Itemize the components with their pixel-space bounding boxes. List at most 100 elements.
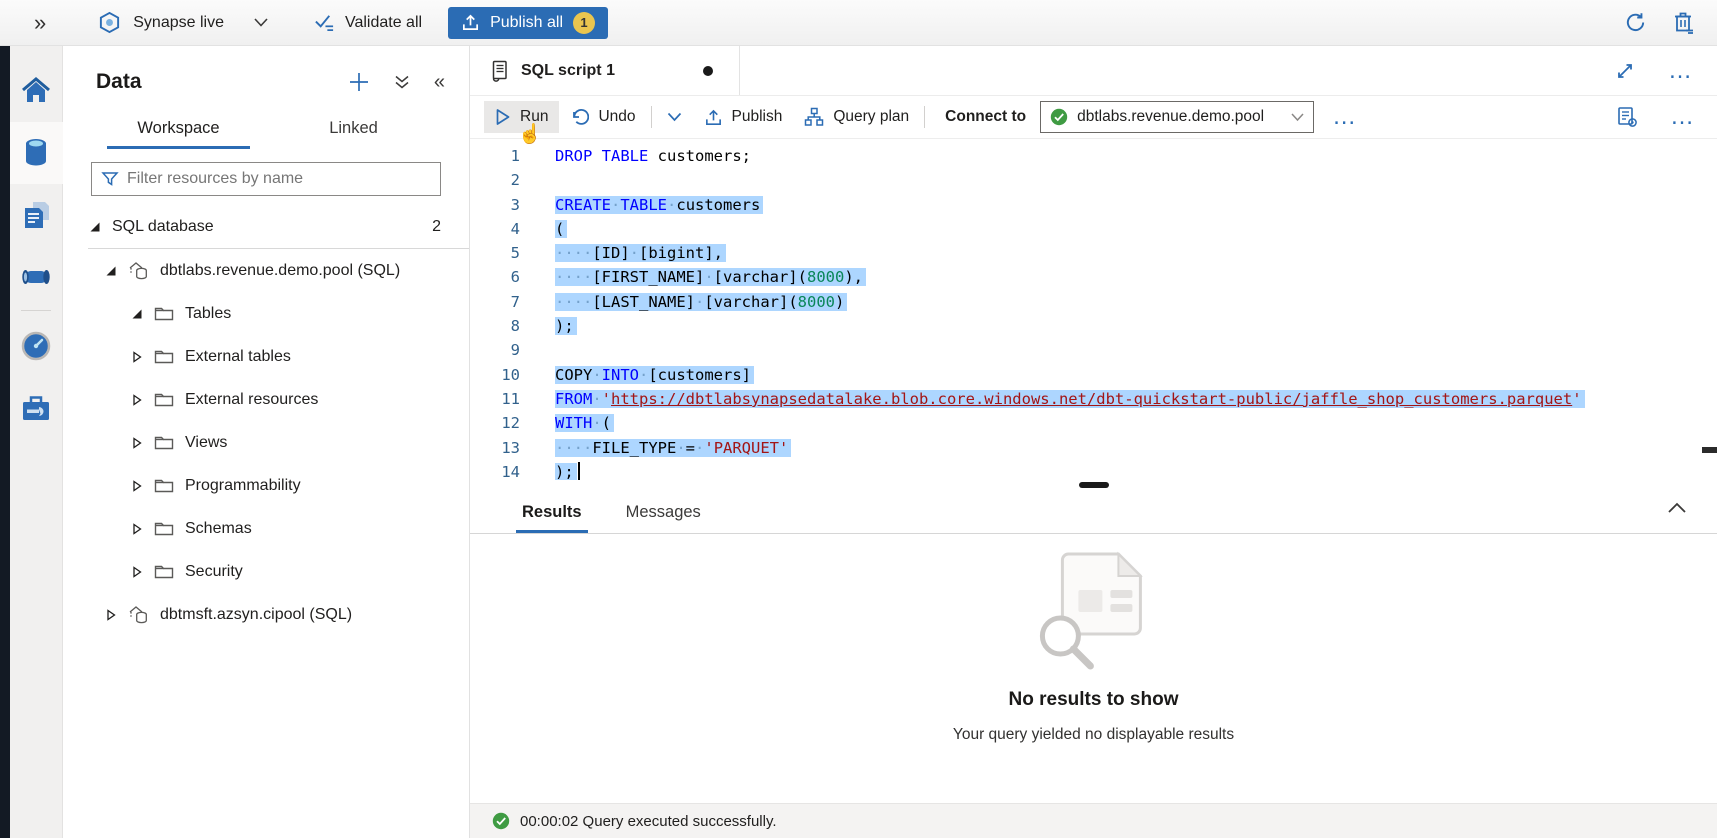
line-number: 9 [470,338,520,362]
tab-more-options-icon[interactable]: … [1668,66,1693,76]
code-line-4[interactable]: 4( [470,217,1717,241]
expanded-triangle-icon[interactable] [104,265,117,277]
code-token: TABLE [602,147,649,165]
code-line-content[interactable]: CREATE·TABLE·customers [520,193,763,217]
code-line-content[interactable] [520,338,564,362]
code-line-3[interactable]: 3CREATE·TABLE·customers [470,193,1717,217]
collapsed-triangle-icon[interactable] [130,480,143,492]
editor-scrollbar-thumb[interactable] [1702,447,1717,453]
sidebar-tabs: Workspace Linked [91,110,441,149]
collapsed-triangle-icon[interactable] [130,394,143,406]
tree-item-views[interactable]: Views [63,421,469,464]
expanded-triangle-icon[interactable] [88,221,101,233]
line-number: 6 [470,265,520,289]
code-line-14[interactable]: 14); [470,460,1717,480]
rail-item-home[interactable] [10,60,63,122]
code-line-1[interactable]: 1DROP TABLE customers; [470,144,1717,168]
toolbar-separator [924,106,925,128]
code-line-content[interactable]: ····FILE_TYPE·=·'PARQUET' [520,436,791,460]
publish-button[interactable]: Publish [693,101,794,134]
tab-workspace[interactable]: Workspace [91,110,266,149]
code-token: FILE_TYPE [592,439,676,457]
tree-item-tables[interactable]: Tables [63,292,469,335]
collapsed-triangle-icon[interactable] [130,523,143,535]
discard-trash-icon[interactable] [1673,11,1695,34]
tree-item-schemas[interactable]: Schemas [63,507,469,550]
code-line-8[interactable]: 8); [470,314,1717,338]
properties-icon[interactable] [1617,106,1638,128]
code-line-content[interactable]: COPY·INTO·[customers] [520,363,754,387]
toolbar-more-options-icon[interactable]: … [1332,112,1357,122]
tree-item-dbtmsft-azsyn-cipool-sql[interactable]: dbtmsft.azsyn.cipool (SQL) [63,593,469,636]
code-line-2[interactable]: 2 [470,168,1717,192]
code-line-content[interactable]: ····[LAST_NAME]·[varchar](8000) [520,290,847,314]
code-line-6[interactable]: 6····[FIRST_NAME]·[varchar](8000), [470,265,1717,289]
tree-item-sql-database[interactable]: SQL database2 [63,205,469,248]
code-line-content[interactable]: ····[ID]·[bigint], [520,241,726,265]
code-line-13[interactable]: 13····FILE_TYPE·=·'PARQUET' [470,436,1717,460]
query-plan-button[interactable]: Query plan [793,100,920,134]
code-line-7[interactable]: 7····[LAST_NAME]·[varchar](8000) [470,290,1717,314]
rail-item-integrate[interactable] [10,246,63,308]
tree-item-programmability[interactable]: Programmability [63,464,469,507]
publish-all-button[interactable]: Publish all 1 [448,7,608,39]
sql-code-editor[interactable]: 1DROP TABLE customers;23CREATE·TABLE·cus… [470,139,1717,480]
collapsed-triangle-icon[interactable] [130,566,143,578]
tab-linked[interactable]: Linked [266,110,441,149]
results-panel: No results to show Your query yielded no… [470,534,1717,803]
rail-item-monitor[interactable] [10,315,63,377]
expand-panel-chevrons-icon[interactable]: » [34,12,46,34]
filter-resources-input[interactable] [127,170,431,188]
code-line-12[interactable]: 12WITH·( [470,411,1717,435]
folder-icon [154,434,174,451]
code-line-content[interactable]: FROM·'https://dbtlabsynapsedatalake.blob… [520,387,1585,411]
refresh-icon[interactable] [1624,11,1647,34]
code-line-11[interactable]: 11FROM·'https://dbtlabsynapsedatalake.bl… [470,387,1717,411]
tree-item-dbtlabs-revenue-demo-pool-sql[interactable]: dbtlabs.revenue.demo.pool (SQL) [63,249,469,292]
code-line-9[interactable]: 9 [470,338,1717,362]
run-button[interactable]: Run [484,101,559,133]
tree-item-external-resources[interactable]: External resources [63,378,469,421]
data-panel: Data « Workspace Linked [63,46,470,838]
collapse-panel-icon[interactable]: « [434,72,445,92]
code-line-content[interactable]: ( [520,217,567,241]
undo-button[interactable]: Undo [559,101,646,133]
validate-all-button[interactable]: Validate all [314,12,422,33]
expand-editor-icon[interactable] [1616,62,1634,80]
empty-results-title: No results to show [953,689,1234,711]
code-line-content[interactable]: ····[FIRST_NAME]·[varchar](8000), [520,265,866,289]
tab-results[interactable]: Results [522,503,582,533]
rail-item-manage[interactable] [10,377,63,439]
editor-more-options-icon[interactable]: … [1670,112,1695,122]
rail-item-data[interactable] [10,122,63,184]
code-token: · [630,244,639,262]
code-token: TABLE [620,196,667,214]
code-line-content[interactable]: WITH·( [520,411,614,435]
code-line-content[interactable]: ); [520,460,580,480]
double-chevron-down-icon[interactable] [394,74,410,90]
splitter-drag-handle[interactable] [1079,482,1109,488]
tree-item-label: Programmability [185,477,301,495]
connect-to-pool-dropdown[interactable]: dbtlabs.revenue.demo.pool [1040,101,1314,133]
code-line-10[interactable]: 10COPY·INTO·[customers] [470,363,1717,387]
chevron-down-icon[interactable] [254,18,268,27]
code-line-content[interactable]: ); [520,314,577,338]
code-line-content[interactable]: DROP TABLE customers; [520,144,751,168]
environment-switcher[interactable]: Synapse live [98,11,268,34]
rail-item-develop[interactable] [10,184,63,246]
collapsed-triangle-icon[interactable] [130,351,143,363]
add-resource-icon[interactable] [348,71,370,93]
tab-messages[interactable]: Messages [626,503,701,533]
tree-item-label: Tables [185,305,231,323]
expanded-triangle-icon[interactable] [130,308,143,320]
code-line-5[interactable]: 5····[ID]·[bigint], [470,241,1717,265]
code-token: 'PARQUET' [704,439,788,457]
tree-item-security[interactable]: Security [63,550,469,593]
code-line-content[interactable] [520,168,555,192]
collapsed-triangle-icon[interactable] [104,609,117,621]
collapse-results-chevron-icon[interactable] [1667,502,1687,514]
collapsed-triangle-icon[interactable] [130,437,143,449]
tree-item-external-tables[interactable]: External tables [63,335,469,378]
tab-sql-script-1[interactable]: SQL script 1 [470,46,740,95]
undo-redo-dropdown[interactable] [656,105,693,129]
